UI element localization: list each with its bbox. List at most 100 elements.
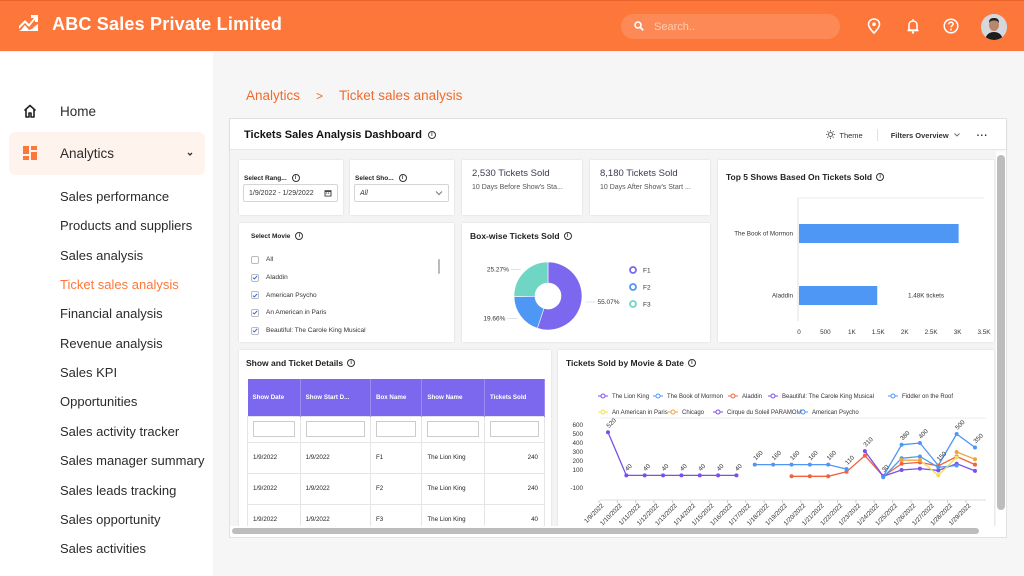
- range-filter-label: Select Rang...: [244, 174, 287, 182]
- sidebar-subitem[interactable]: Ticket sales analysis: [60, 277, 179, 292]
- date-range-input[interactable]: 1/9/2022 - 1/29/2022: [243, 184, 338, 202]
- chevron-down-icon[interactable]: [185, 146, 195, 164]
- table-row[interactable]: 1/9/2022 1/9/2022 F1 The Lion King 240: [247, 441, 546, 474]
- sidebar-subitem[interactable]: Sales opportunity: [60, 512, 160, 527]
- bell-icon[interactable]: [903, 16, 923, 36]
- legend-marker: [629, 266, 637, 274]
- column-filter-input[interactable]: [489, 421, 539, 437]
- column-filter-input[interactable]: [376, 421, 417, 437]
- info-icon[interactable]: i: [398, 174, 407, 182]
- sidebar-subitem[interactable]: Revenue analysis: [60, 336, 163, 351]
- kpi-subtitle: 10 Days Before Show's Sta...: [472, 184, 563, 191]
- sidebar-item-home[interactable]: Home: [9, 90, 205, 133]
- x-tick-label: 3.5K: [978, 329, 992, 336]
- info-icon[interactable]: i: [347, 359, 356, 367]
- movie-checkbox-item[interactable]: Aladdin: [251, 269, 366, 287]
- legend-marker: [800, 409, 806, 415]
- sidebar-subitem[interactable]: Sales analysis: [60, 248, 143, 263]
- theme-button[interactable]: Theme: [826, 129, 878, 141]
- sidebar-subitem[interactable]: Sales activities: [60, 541, 146, 556]
- info-icon[interactable]: i: [295, 232, 304, 240]
- column-header[interactable]: Show Name: [421, 379, 485, 416]
- check-icon: [252, 310, 258, 316]
- search-box[interactable]: [621, 14, 840, 39]
- legend-label: Beautiful: The Carole King Musical: [782, 394, 874, 400]
- legend-label: Chicago: [682, 410, 705, 416]
- movie-checkbox-list: All Aladdin American Psycho An American in …: [251, 251, 366, 339]
- data-point: [954, 463, 959, 468]
- data-point: [899, 458, 904, 463]
- column-filter-input[interactable]: [305, 421, 365, 437]
- more-options-button[interactable]: ...: [977, 128, 988, 139]
- sidebar-subitem[interactable]: Sales manager summary: [60, 453, 205, 468]
- column-header[interactable]: Show Date: [247, 379, 301, 416]
- movie-checkbox-item[interactable]: An American in Paris: [251, 304, 366, 322]
- info-icon[interactable]: i: [427, 131, 436, 139]
- kpi-card-after: 8,180 Tickets Sold 10 Days After Show's …: [590, 160, 710, 215]
- data-point: [973, 462, 977, 467]
- help-icon[interactable]: [941, 16, 961, 36]
- show-select[interactable]: All: [354, 184, 449, 202]
- sidebar-item-analytics[interactable]: Analytics: [9, 132, 205, 175]
- checkbox-checked[interactable]: [251, 291, 259, 300]
- filter-cell: [299, 415, 372, 443]
- sidebar-subitem[interactable]: Sales KPI: [60, 365, 117, 380]
- data-point: [661, 473, 666, 478]
- table-cell: 1/9/2022: [247, 503, 301, 526]
- table-card: Show and Ticket Details i Show Date Show S…: [239, 350, 551, 526]
- brand[interactable]: ABC Sales Private Limited: [18, 13, 282, 36]
- data-point: [807, 474, 812, 479]
- checkbox-checked[interactable]: [251, 308, 259, 317]
- sidebar-subitem[interactable]: Financial analysis: [60, 306, 163, 321]
- checkbox-checked[interactable]: [251, 273, 259, 282]
- data-label: 19.66%: [483, 316, 505, 323]
- filters-overview-dropdown[interactable]: Filters Overview: [891, 131, 961, 140]
- category-label: The Book of Mormon: [734, 231, 793, 238]
- home-icon: [22, 103, 38, 119]
- search-input[interactable]: [654, 20, 824, 33]
- movie-checkbox-item[interactable]: All: [251, 251, 366, 269]
- checkbox-checked[interactable]: [251, 326, 259, 335]
- checkbox-unchecked[interactable]: [251, 255, 259, 264]
- data-point: [936, 473, 941, 478]
- column-header[interactable]: Show Start D...: [300, 379, 372, 416]
- sidebar-item-label: Analytics: [60, 146, 115, 161]
- calendar-icon[interactable]: [324, 189, 332, 199]
- info-icon[interactable]: i: [291, 174, 300, 182]
- sidebar-subitem[interactable]: Sales activity tracker: [60, 424, 179, 439]
- column-filter-input[interactable]: [427, 421, 479, 437]
- movie-checkbox-item[interactable]: American Psycho: [251, 286, 366, 304]
- data-point: [917, 454, 922, 459]
- column-filter-input[interactable]: [253, 421, 295, 437]
- sidebar-subitem[interactable]: Sales leads tracking: [60, 483, 176, 498]
- data-point: [697, 473, 702, 478]
- data-point: [826, 462, 831, 467]
- table-cell: F3: [369, 503, 423, 526]
- search-icon: [634, 18, 644, 36]
- kpi-subtitle: 10 Days After Show's Start ...: [600, 184, 691, 191]
- legend-marker: [715, 409, 721, 415]
- breadcrumb-parent[interactable]: Analytics: [246, 88, 300, 103]
- sidebar-subitem[interactable]: Sales performance: [60, 189, 169, 204]
- user-avatar[interactable]: [981, 14, 1007, 40]
- horizontal-scrollbar[interactable]: [232, 528, 979, 534]
- legend-label: F3: [643, 301, 651, 308]
- table-row[interactable]: 1/9/2022 1/9/2022 F2 The Lion King 240: [247, 472, 546, 505]
- breadcrumb-current[interactable]: Ticket sales analysis: [339, 88, 462, 103]
- check-icon: [252, 328, 258, 333]
- show-filter-card: Select Sho... i All: [350, 160, 454, 215]
- location-pin-icon[interactable]: [864, 16, 884, 36]
- sidebar-subitem[interactable]: Products and suppliers: [60, 218, 192, 233]
- column-header[interactable]: Box Name: [370, 379, 423, 416]
- table-row[interactable]: 1/9/2022 1/9/2022 F3 The Lion King 40: [247, 503, 546, 526]
- legend-marker: [629, 300, 637, 308]
- list-scrollbar[interactable]: [438, 251, 441, 336]
- filter-cell: [369, 415, 423, 443]
- data-point: [881, 475, 886, 480]
- y-tick-label: 400: [572, 440, 583, 447]
- y-tick-label: 200: [572, 458, 583, 465]
- column-header[interactable]: Tickets Sold: [484, 379, 546, 416]
- vertical-scrollbar[interactable]: [997, 155, 1005, 510]
- sidebar-subitem[interactable]: Opportunities: [60, 394, 137, 409]
- movie-checkbox-item[interactable]: Beautiful: The Carole King Musical: [251, 322, 366, 340]
